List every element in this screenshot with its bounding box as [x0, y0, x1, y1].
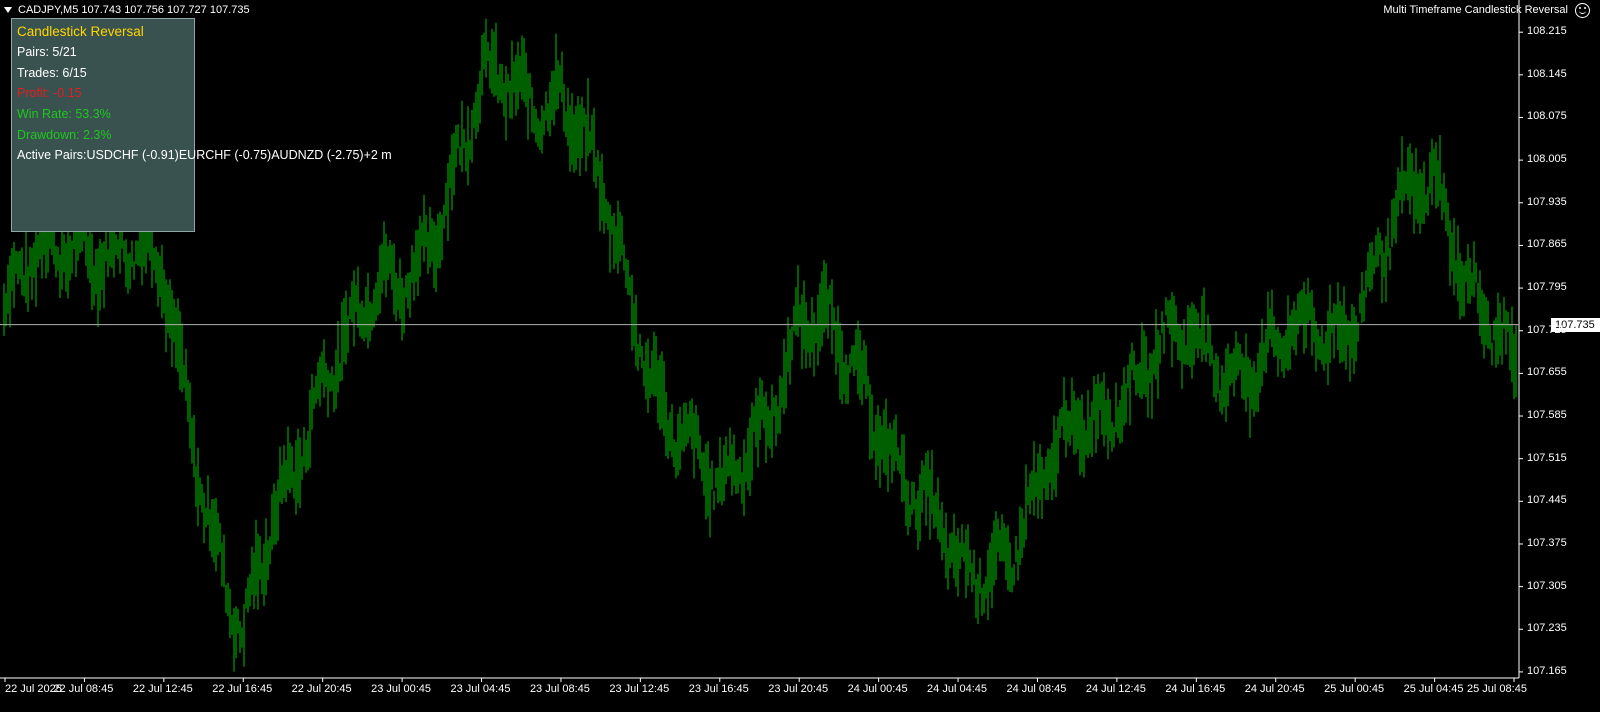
price-axis-label: 107.655: [1527, 366, 1567, 379]
time-axis-label: 25 Jul 00:45: [1324, 683, 1385, 695]
time-axis-label: 23 Jul 00:45: [371, 683, 432, 695]
time-axis-label: 24 Jul 12:45: [1085, 683, 1146, 695]
price-axis-label: 107.445: [1527, 494, 1567, 507]
price-axis-label: 107.865: [1527, 238, 1567, 251]
time-axis-label: 23 Jul 20:45: [768, 683, 829, 695]
panel-title: Candlestick Reversal: [17, 24, 144, 39]
time-axis-label: 24 Jul 16:45: [1165, 683, 1226, 695]
symbol-bar[interactable]: CADJPY,M5 107.743 107.756 107.727 107.73…: [4, 4, 250, 16]
symbol-quote-line: CADJPY,M5 107.743 107.756 107.727 107.73…: [18, 4, 250, 16]
price-axis-label: 108.005: [1527, 153, 1567, 166]
chart-window[interactable]: CADJPY,M5 107.743 107.756 107.727 107.73…: [0, 0, 1600, 712]
time-axis-label: 25 Jul 08:45: [1467, 683, 1527, 695]
price-axis-label: 108.145: [1527, 67, 1567, 80]
time-axis-label: 23 Jul 16:45: [688, 683, 749, 695]
time-axis-label: 24 Jul 08:45: [1006, 683, 1067, 695]
info-panel: Candlestick Reversal Pairs: 5/21 Trades:…: [11, 18, 392, 232]
time-axis-label: 22 Jul 16:45: [212, 683, 273, 695]
price-axis-label: 107.935: [1527, 195, 1567, 208]
pairs-stat: Pairs: 5/21: [17, 45, 77, 59]
time-axis-label: 24 Jul 00:45: [847, 683, 908, 695]
price-axis-label: 107.305: [1527, 579, 1567, 592]
profit-stat: Profit: -0.15: [17, 86, 82, 100]
chart-menu-triangle-icon[interactable]: [4, 7, 12, 13]
price-axis-label: 107.515: [1527, 451, 1567, 464]
win-rate-stat: Win Rate: 53.3%: [17, 107, 111, 121]
price-axis-label: 107.235: [1527, 622, 1567, 635]
time-axis-label: 22 Jul 12:45: [132, 683, 193, 695]
drawdown-stat: Drawdown: 2.3%: [17, 128, 112, 142]
time-axis-label: 23 Jul 12:45: [609, 683, 670, 695]
price-axis-label: 108.075: [1527, 110, 1567, 123]
time-axis-label: 25 Jul 04:45: [1403, 683, 1464, 695]
time-axis-label: 24 Jul 20:45: [1244, 683, 1305, 695]
active-pairs-stat: Active Pairs:USDCHF (-0.91)EURCHF (-0.75…: [17, 148, 392, 162]
price-chart[interactable]: [0, 0, 1600, 712]
price-axis-label: 107.725: [1527, 323, 1567, 336]
price-axis-label: 107.795: [1527, 281, 1567, 294]
expert-advisor-title: Multi Timeframe Candlestick Reversal: [1383, 4, 1568, 16]
time-axis-label: 24 Jul 04:45: [927, 683, 987, 695]
price-axis-label: 107.375: [1527, 536, 1567, 549]
time-axis-label: 23 Jul 04:45: [450, 683, 511, 695]
trades-stat: Trades: 6/15: [17, 66, 87, 80]
price-axis-label: 108.215: [1527, 25, 1567, 38]
time-axis-label: 22 Jul 20:45: [291, 683, 352, 695]
price-axis-label: 107.165: [1527, 664, 1567, 677]
time-axis-label: 23 Jul 08:45: [529, 683, 590, 695]
smiley-face-icon[interactable]: [1575, 3, 1590, 18]
price-axis-label: 107.585: [1527, 409, 1567, 422]
time-axis-label: 22 Jul 08:45: [53, 683, 114, 695]
